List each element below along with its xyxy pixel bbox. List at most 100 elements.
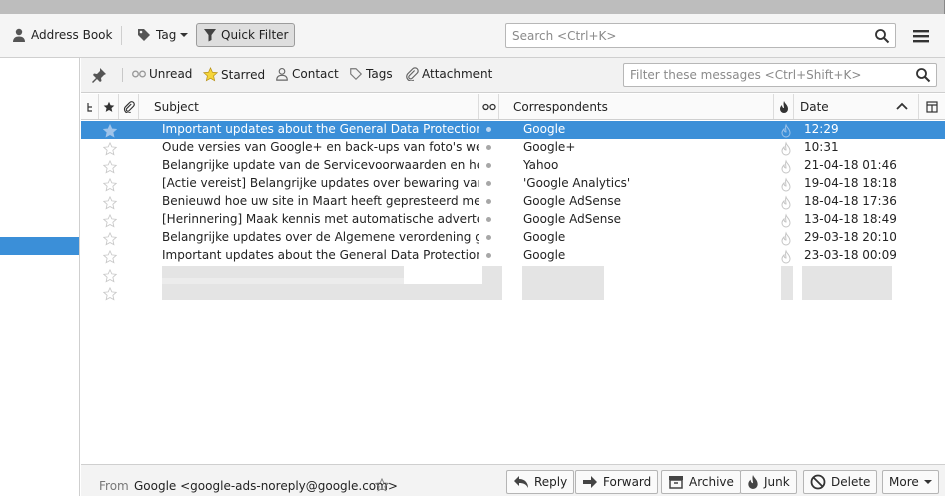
message-date: 12:29 <box>804 122 839 136</box>
flame-icon[interactable] <box>781 177 791 193</box>
star-icon[interactable] <box>103 177 117 193</box>
subject-column-header[interactable]: Subject <box>139 94 479 119</box>
forward-button[interactable]: Forward <box>575 470 659 494</box>
delete-label: Delete <box>831 475 871 489</box>
date-column-header[interactable]: Date <box>794 94 919 119</box>
flame-icon[interactable] <box>781 123 791 139</box>
filter-unread-button[interactable]: Unread <box>132 67 192 81</box>
table-row[interactable]: Important updates about the General Data… <box>81 121 945 139</box>
address-book-button[interactable]: Address Book <box>7 23 116 47</box>
read-status-dot[interactable] <box>486 127 491 132</box>
message-date: 21-04-18 01:46 <box>804 158 897 172</box>
table-row[interactable] <box>81 284 945 302</box>
archive-label: Archive <box>689 475 734 489</box>
forward-label: Forward <box>603 475 652 489</box>
filter-attachment-button[interactable]: Attachment <box>405 67 492 81</box>
message-correspondent: Google <box>523 248 566 262</box>
main-toolbar: Address Book Tag Quick Filter <box>0 14 945 58</box>
global-search[interactable] <box>505 23 896 48</box>
thread-column-header[interactable] <box>81 94 99 119</box>
read-status-column-header[interactable] <box>479 94 499 119</box>
message-subject: [Actie vereist] Belangrijke updates over… <box>162 176 479 190</box>
star-icon[interactable] <box>103 159 117 175</box>
junk-column-header[interactable] <box>774 94 794 119</box>
flame-icon <box>748 475 758 489</box>
star-icon[interactable] <box>103 231 117 247</box>
table-row[interactable]: Benieuwd hoe uw site in Maart heeft gepr… <box>81 193 945 211</box>
table-row[interactable]: Oude versies van Google+ en back-ups van… <box>81 139 945 157</box>
filter-unread-label: Unread <box>149 67 193 81</box>
from-label: From <box>99 479 129 493</box>
correspondents-column-header[interactable]: Correspondents <box>499 94 774 119</box>
message-date: 18-04-18 17:36 <box>804 194 897 208</box>
filter-icon <box>204 29 216 42</box>
app-menu-button[interactable] <box>912 28 930 47</box>
reply-label: Reply <box>534 475 568 489</box>
flame-icon[interactable] <box>781 249 791 265</box>
star-icon[interactable] <box>103 249 117 265</box>
table-row[interactable]: [Actie vereist] Belangrijke updates over… <box>81 175 945 193</box>
star-icon[interactable] <box>103 123 117 139</box>
column-picker[interactable] <box>919 94 945 119</box>
star-icon[interactable] <box>103 213 117 229</box>
sticky-filter-button[interactable] <box>91 67 107 83</box>
flame-icon[interactable] <box>781 159 791 175</box>
delete-button[interactable]: Delete <box>803 470 878 494</box>
table-row[interactable]: Important updates about the General Data… <box>81 247 945 265</box>
star-icon[interactable] <box>103 268 117 284</box>
message-list[interactable]: Important updates about the General Data… <box>81 120 945 464</box>
star-icon[interactable] <box>375 478 389 492</box>
junk-button[interactable]: Junk <box>740 470 797 494</box>
global-search-input[interactable] <box>512 27 852 44</box>
search-icon[interactable] <box>874 28 890 44</box>
message-list-header: Subject Correspondents Date <box>81 94 945 120</box>
message-subject: Oude versies van Google+ en back-ups van… <box>162 140 479 154</box>
from-value[interactable]: Google <google-ads-noreply@google.com> <box>134 479 398 493</box>
read-status-dot[interactable] <box>486 253 491 258</box>
star-icon[interactable] <box>103 195 117 211</box>
table-row[interactable]: Belangrijke update van de Servicevoorwaa… <box>81 157 945 175</box>
flame-icon[interactable] <box>781 213 791 229</box>
table-row[interactable]: [Herinnering] Maak kennis met automatisc… <box>81 211 945 229</box>
flame-icon[interactable] <box>781 141 791 157</box>
reply-button[interactable]: Reply <box>506 470 575 494</box>
message-date: 13-04-18 18:49 <box>804 212 897 226</box>
table-row[interactable]: Belangrijke updates over de Algemene ver… <box>81 229 945 247</box>
chevron-down-icon <box>180 33 189 37</box>
filter-tags-button[interactable]: Tags <box>349 67 393 81</box>
quick-filter-button[interactable]: Quick Filter <box>196 23 296 47</box>
read-status-dot[interactable] <box>486 235 491 240</box>
read-status-dot[interactable] <box>486 217 491 222</box>
message-date: 23-03-18 00:09 <box>804 248 897 262</box>
star-column-header[interactable] <box>99 94 119 119</box>
star-icon[interactable] <box>103 286 117 302</box>
filter-messages-input[interactable] <box>630 66 900 83</box>
search-icon[interactable] <box>915 67 931 83</box>
reply-icon <box>514 476 528 488</box>
folder-pane[interactable] <box>0 58 80 496</box>
filter-contact-button[interactable]: Contact <box>275 67 339 81</box>
read-status-dot[interactable] <box>486 163 491 168</box>
more-button[interactable]: More <box>882 470 939 494</box>
chevron-down-icon <box>923 480 932 484</box>
selected-folder-item[interactable] <box>0 237 79 255</box>
junk-label: Junk <box>764 475 790 489</box>
attachment-column-header[interactable] <box>119 94 139 119</box>
message-correspondent: Google+ <box>523 140 576 154</box>
star-icon[interactable] <box>103 141 117 157</box>
filter-starred-button[interactable]: Starred <box>203 67 265 82</box>
table-row[interactable] <box>81 266 945 284</box>
read-status-dot[interactable] <box>486 145 491 150</box>
read-status-dot[interactable] <box>486 199 491 204</box>
read-status-dot[interactable] <box>486 181 491 186</box>
message-date: 10:31 <box>804 140 839 154</box>
tag-button[interactable]: Tag <box>132 23 192 47</box>
message-correspondent: 'Google Analytics' <box>523 176 631 190</box>
paperclip-icon <box>123 100 135 113</box>
forward-arrow-icon <box>583 476 597 488</box>
archive-button[interactable]: Archive <box>661 470 741 494</box>
filter-messages-field[interactable] <box>623 63 937 87</box>
message-correspondent: Google <box>523 122 566 136</box>
flame-icon[interactable] <box>781 195 791 211</box>
flame-icon[interactable] <box>781 231 791 247</box>
